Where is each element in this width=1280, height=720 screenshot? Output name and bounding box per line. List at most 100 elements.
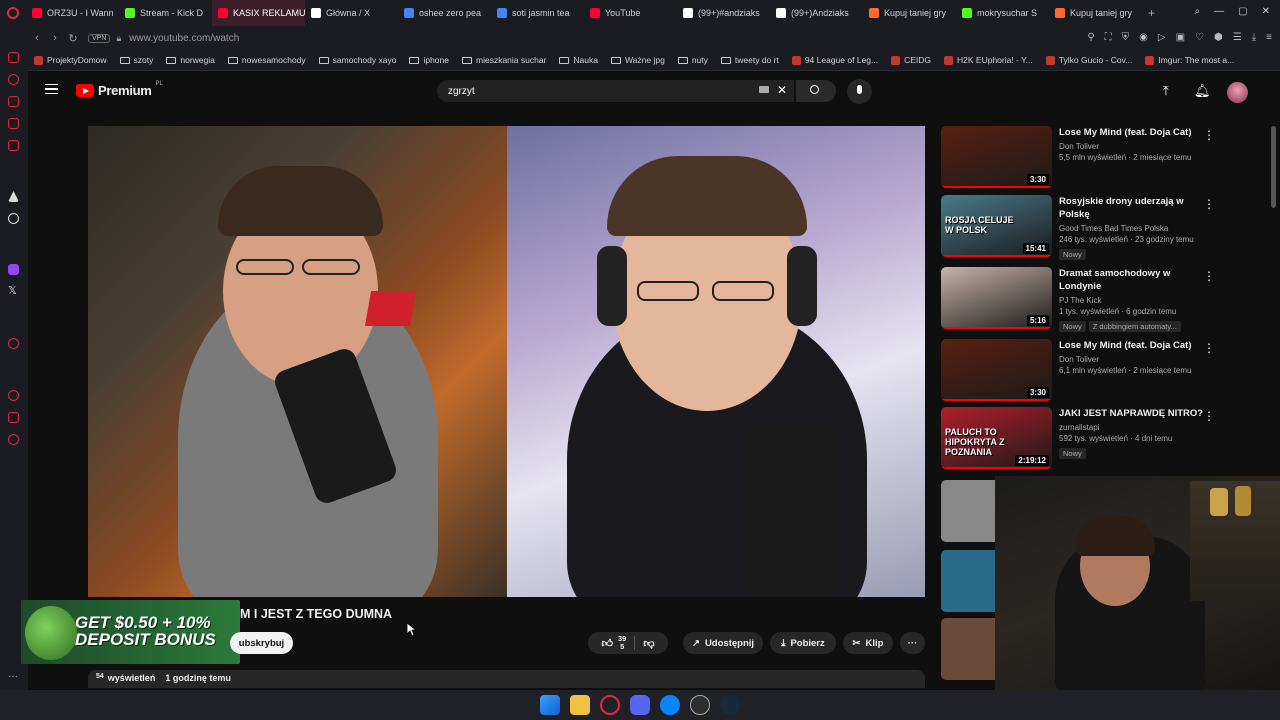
download-button[interactable]: ⤓ Pobierz	[770, 632, 836, 654]
more-options-icon[interactable]: ⋮	[1203, 197, 1215, 211]
bookmark-item[interactable]: szoty	[119, 55, 153, 65]
close-window-icon[interactable]: ✕	[1262, 6, 1270, 17]
sidebar-chatgpt-icon[interactable]	[8, 213, 19, 224]
bookmark-item[interactable]: tweety do rt	[720, 55, 779, 65]
sidebar-x-icon[interactable]: 𝕏	[8, 286, 19, 297]
shield-icon[interactable]: ⛨	[1122, 32, 1130, 43]
voice-search-button[interactable]	[847, 79, 872, 104]
recommendation-title[interactable]: Lose My Mind (feat. Doja Cat)	[1059, 126, 1209, 139]
rec-thumb-partial-1[interactable]	[941, 480, 995, 542]
recommendation-title[interactable]: Dramat samochodowy w Londynie	[1059, 267, 1209, 293]
steam-icon[interactable]	[720, 695, 740, 715]
recommendation-title[interactable]: Rosyjskie drony uderzają w Polskę	[1059, 195, 1209, 221]
description-box[interactable]: 54 wyświetleń 1 godzinę temu	[88, 670, 925, 688]
windows-start-icon[interactable]	[540, 695, 560, 715]
minimize-icon[interactable]: —	[1214, 6, 1224, 17]
clip-button[interactable]: ✂ Klip	[843, 632, 893, 654]
menu-icon[interactable]: ≡	[1266, 32, 1272, 43]
easy-setup-icon[interactable]: ☰	[1233, 32, 1242, 43]
bookmark-item[interactable]: Ważne jpg	[610, 55, 665, 65]
screenshot-icon[interactable]: ⛶	[1105, 32, 1112, 43]
video-thumbnail[interactable]: 3:30	[941, 126, 1052, 188]
share-button[interactable]: ↗ Udostępnij	[683, 632, 763, 654]
bookmark-item[interactable]: norwegia	[166, 55, 215, 65]
bookmark-item[interactable]: CEIDG	[891, 55, 931, 65]
sidebar-mail-icon[interactable]	[8, 140, 19, 151]
channel-name[interactable]: PJ The Kick	[1059, 296, 1209, 305]
bookmark-item[interactable]: nowesamochody	[227, 55, 306, 65]
avatar[interactable]	[1227, 82, 1248, 103]
ad-banner[interactable]: GET $0.50 + 10% DEPOSIT BONUS	[21, 600, 240, 664]
bookmark-item[interactable]: H2K EUphoria! - Y...	[944, 55, 1033, 65]
clear-search-icon[interactable]: ✕	[777, 83, 787, 97]
browser-tab[interactable]: (99+)#andziaks	[677, 0, 770, 26]
sidebar-ai-icon[interactable]	[8, 74, 19, 85]
browser-tab[interactable]: Główna / X	[305, 0, 398, 26]
extensions-icon[interactable]: ⬢	[1214, 32, 1223, 43]
back-icon[interactable]: ‹	[28, 32, 46, 44]
bookmark-item[interactable]: nuty	[677, 55, 708, 65]
browser-tab[interactable]: oshee zero pea	[398, 0, 491, 26]
rec-thumb-partial-2[interactable]	[941, 550, 995, 612]
browser-tab[interactable]: Stream - Kick D	[119, 0, 212, 26]
forward-icon[interactable]: ›	[46, 32, 64, 44]
sidebar-extensions-icon[interactable]	[8, 412, 19, 423]
sidebar-workspace-icon[interactable]	[8, 96, 19, 107]
bookmark-item[interactable]: samochody xayo	[318, 55, 396, 65]
notifications-bell-icon[interactable]: 🔔︎	[1194, 83, 1211, 99]
bookmark-item[interactable]: 94 League of Leg...	[791, 55, 878, 65]
download-icon[interactable]: ⤓	[1252, 32, 1256, 43]
video-thumbnail[interactable]: 5:16	[941, 267, 1052, 329]
messenger-icon[interactable]	[660, 695, 680, 715]
search-input[interactable]: zgrzyt	[437, 80, 794, 102]
sidebar-arc-icon[interactable]	[8, 191, 19, 202]
video-player[interactable]	[88, 126, 925, 597]
sidebar-history-icon[interactable]	[8, 390, 19, 401]
more-options-icon[interactable]: ⋮	[1203, 128, 1215, 142]
channel-name[interactable]: Good Times Bad Times Polska	[1059, 224, 1209, 233]
search-button[interactable]	[796, 80, 836, 102]
browser-tab[interactable]: Kupuj taniej gry	[863, 0, 956, 26]
recommendation-item[interactable]: 5:16 Dramat samochodowy w Londynie PJ The …	[941, 267, 1241, 332]
sidebar-twitch-icon[interactable]	[8, 264, 19, 275]
channel-name[interactable]: Don Toliver	[1059, 142, 1209, 151]
more-options-icon[interactable]: ⋮	[1203, 269, 1215, 283]
reload-icon[interactable]: ↻	[64, 32, 82, 45]
sidebar-messenger-icon[interactable]	[8, 118, 19, 129]
browser-tab[interactable]: mokrysuchar S	[956, 0, 1049, 26]
bookmark-item[interactable]: Imgur: The most a...	[1145, 55, 1234, 65]
subscribe-button[interactable]: ubskrybuj	[230, 632, 293, 654]
hamburger-menu-icon[interactable]	[45, 84, 58, 94]
bookmark-item[interactable]: mieszkania suchar	[462, 55, 546, 65]
recommendation-item[interactable]: ROSJA CELUJE W POLSK 15:41 Rosyjskie drony…	[941, 195, 1241, 260]
video-thumbnail[interactable]: 3:30	[941, 339, 1052, 401]
bookmark-item[interactable]: ProjektyDomow	[34, 55, 107, 65]
recommendation-title[interactable]: JAKI JEST NAPRAWDĘ NITRO?	[1059, 407, 1209, 420]
recommendation-item[interactable]: 3:30 Lose My Mind (feat. Doja Cat) Don Tol…	[941, 126, 1241, 188]
opera-gx-icon[interactable]	[600, 695, 620, 715]
opera-logo-icon[interactable]	[0, 0, 26, 26]
youtube-logo[interactable]: Premium PL	[76, 81, 163, 98]
new-tab-icon[interactable]: +	[1148, 6, 1155, 20]
recommendation-item[interactable]: 3:30 Lose My Mind (feat. Doja Cat) Don Tol…	[941, 339, 1241, 401]
search-tabs-icon[interactable]: ⌕	[1195, 6, 1201, 17]
upload-icon[interactable]: ⤒	[1163, 83, 1169, 99]
channel-name[interactable]: Don Toliver	[1059, 355, 1209, 364]
browser-tab[interactable]: soti jasmin tea	[491, 0, 584, 26]
recommendation-item[interactable]: PALUCH TO HIPOKRYTA Z POZNANIA 2:19:12 JAK…	[941, 407, 1241, 469]
camera-icon[interactable]: ◉	[1139, 32, 1148, 43]
heart-icon[interactable]: ♡	[1195, 32, 1204, 43]
browser-tab[interactable]: Kupuj taniej gry	[1049, 0, 1142, 26]
file-explorer-icon[interactable]	[570, 695, 590, 715]
sidebar-aria-icon[interactable]	[8, 52, 19, 63]
rec-thumb-partial-3[interactable]	[941, 618, 995, 680]
pin-icon[interactable]: ⚲	[1087, 32, 1094, 43]
more-options-icon[interactable]: ⋮	[1203, 341, 1215, 355]
vpn-badge[interactable]: VPN	[88, 33, 111, 43]
bookmark-item[interactable]: Tylko Gucio - Cov...	[1045, 55, 1132, 65]
url-field[interactable]: www.youtube.com/watch	[129, 33, 239, 44]
bookmark-item[interactable]: iphone	[409, 55, 449, 65]
steam-overlay-icon[interactable]	[690, 695, 710, 715]
browser-tab[interactable]: YouTube	[584, 0, 677, 26]
sidebar-more-icon[interactable]: ···	[8, 672, 19, 683]
